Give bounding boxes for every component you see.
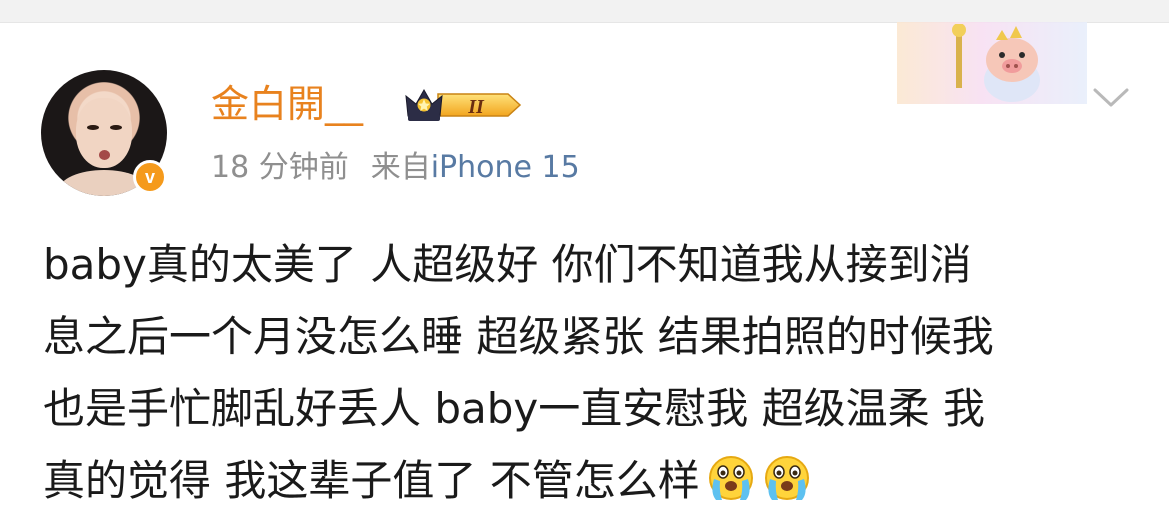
post-body-line: 真的觉得 我这辈子值了 不管怎么样 [43,456,700,505]
weibo-post-card: v 金白開__ II 18 分钟前 来自iPhone 15 baby真的太美了 人… [0,0,1169,514]
post-body-line-last: 真的觉得 我这辈子值了 不管怎么样 [43,445,1133,517]
source-device-link[interactable]: iPhone 15 [431,150,580,185]
post-body-line: 息之后一个月没怎么睡 超级紧张 结果拍照的时候我 [43,312,994,361]
chevron-down-icon[interactable] [1092,86,1130,110]
post-body: baby真的太美了 人超级好 你们不知道我从接到消 息之后一个月没怎么睡 超级紧… [43,229,1133,517]
post-meta: 18 分钟前 来自iPhone 15 [211,148,580,188]
crying-face-icon [708,456,753,500]
post-time: 18 分钟前 [211,150,349,185]
verified-badge-icon: v [133,160,167,194]
member-level-badge-icon[interactable]: II [404,86,522,124]
avatar[interactable]: v [41,70,167,196]
post-body-line: baby真的太美了 人超级好 你们不知道我从接到消 [43,240,972,289]
crying-face-icon [764,456,809,500]
source-prefix: 来自 [370,150,431,185]
post-body-line: 也是手忙脚乱好丢人 baby一直安慰我 超级温柔 我 [43,384,985,433]
username-link[interactable]: 金白開__ [211,81,363,127]
member-level-text: II [467,96,485,118]
pig-mascot-icon [952,24,1040,102]
